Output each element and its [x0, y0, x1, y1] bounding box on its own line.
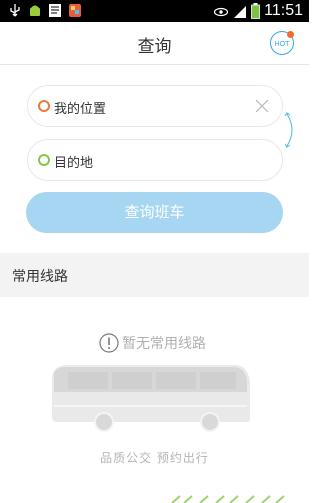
status-right-icons: 11:51 — [213, 2, 303, 20]
warning-icon — [99, 333, 119, 353]
origin-dot-icon — [38, 100, 50, 112]
android-icon — [30, 5, 40, 16]
bus-illustration-icon — [52, 365, 250, 432]
destination-field[interactable]: 目的地 — [27, 139, 283, 181]
bottom-decoration-icon — [171, 495, 285, 503]
signal-icon — [234, 5, 247, 18]
eye-icon — [214, 7, 229, 16]
document-icon — [49, 4, 61, 17]
destination-placeholder: 目的地 — [54, 156, 94, 171]
empty-state-text: 暂无常用线路 — [122, 336, 206, 352]
frequent-routes-title: 常用线路 — [12, 269, 68, 285]
search-bus-button[interactable]: 查询班车 — [26, 192, 283, 233]
status-bar: 11:51 — [0, 0, 309, 22]
battery-icon — [251, 3, 261, 19]
hot-icon[interactable]: HOT — [269, 30, 295, 56]
origin-value: 我的位置 — [54, 102, 107, 117]
clear-icon[interactable] — [254, 98, 270, 114]
status-left-icons — [8, 3, 82, 18]
frequent-routes-header: 常用线路 — [0, 253, 309, 297]
slogan-text: 品质公交 预约出行 — [100, 451, 209, 465]
swap-icon[interactable] — [284, 110, 298, 150]
page-title: 查询 — [137, 37, 172, 57]
header-bar: 查询 HOT — [0, 22, 309, 65]
status-time: 11:51 — [264, 2, 303, 19]
app-icon — [69, 4, 81, 17]
usb-icon — [10, 4, 20, 17]
empty-state: 暂无常用线路 — [99, 333, 206, 353]
origin-field[interactable]: 我的位置 — [27, 85, 283, 127]
destination-dot-icon — [38, 154, 50, 166]
hot-label: HOT — [275, 41, 291, 48]
